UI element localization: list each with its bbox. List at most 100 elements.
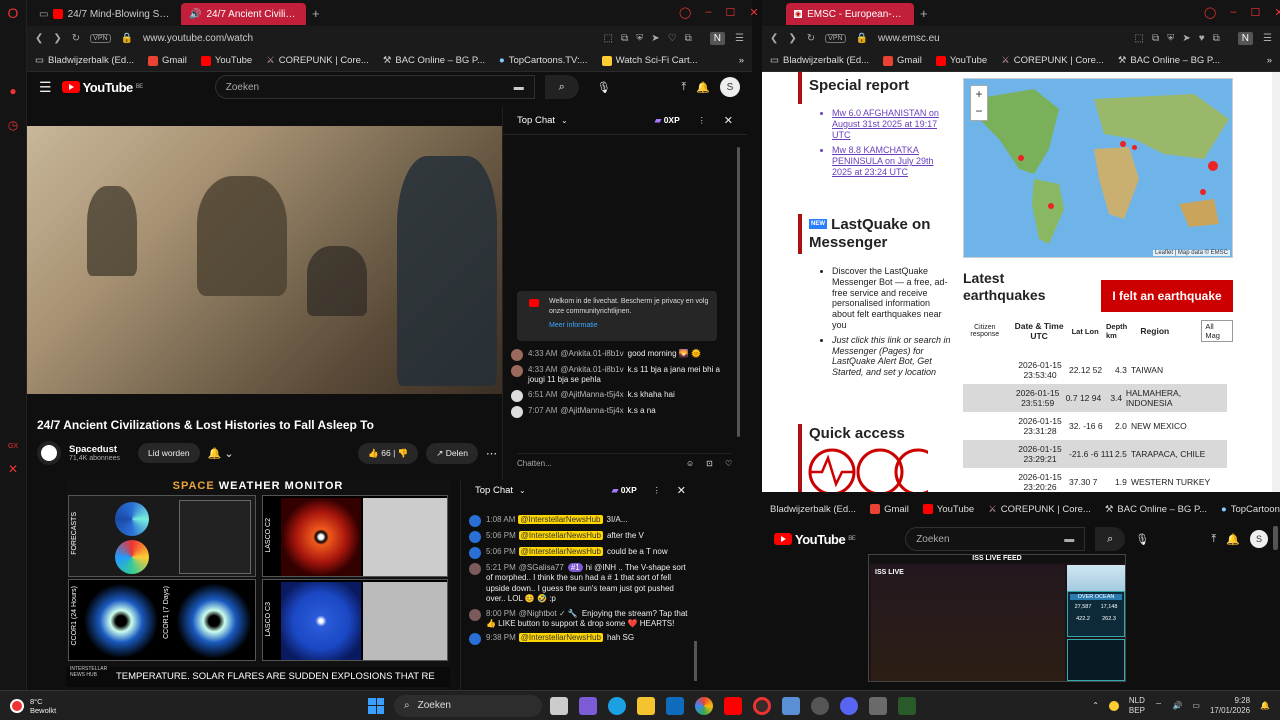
tray-app-icon[interactable]: [1108, 700, 1119, 711]
profile-icon[interactable]: N: [1237, 31, 1254, 45]
url-field[interactable]: www.youtube.com/watch: [143, 33, 253, 44]
more-options-icon[interactable]: ⋮: [698, 116, 706, 125]
chat-mode-dropdown[interactable]: Top Chat: [517, 115, 555, 126]
table-row[interactable]: 2026-01-15 23:29:21 -21.6 -6 111 2.5 TARAPAC…: [963, 440, 1227, 468]
edge-icon[interactable]: [608, 696, 626, 715]
toolbar-extension-icons[interactable]: ⬚⧉⛨➤♡⧉: [604, 33, 700, 44]
chat-input[interactable]: Chatten...: [517, 459, 552, 468]
more-options-icon[interactable]: ⋮: [653, 486, 661, 495]
task-view-icon[interactable]: [550, 696, 568, 715]
bookmark-corepunk[interactable]: ⚔ COREPUNK | Core...: [266, 55, 369, 66]
file-explorer-icon[interactable]: [637, 696, 655, 715]
felt-earthquake-button[interactable]: I felt an earthquake: [1101, 280, 1233, 312]
chat-avatar[interactable]: [511, 365, 523, 377]
calculator-icon[interactable]: [782, 696, 800, 715]
notification-bell-icon[interactable]: 🔔 ⌄: [208, 447, 234, 460]
magnitude-filter-select[interactable]: All Mag: [1201, 320, 1234, 342]
menu-icon[interactable]: ☰: [1263, 33, 1272, 44]
video-player[interactable]: [27, 126, 502, 394]
gx-icon[interactable]: GX: [6, 440, 20, 454]
search-icon[interactable]: ◯: [679, 6, 691, 19]
bookmark-folder[interactable]: ▭ Bladwijzerbalk (Ed...: [770, 55, 869, 66]
join-button[interactable]: Lid worden: [138, 443, 200, 463]
avatar[interactable]: S: [720, 77, 740, 97]
upload-icon[interactable]: ⤒: [1211, 533, 1216, 546]
chat-scrollbar[interactable]: [694, 641, 697, 681]
close-window-icon[interactable]: ✕: [1274, 6, 1280, 19]
chrome-icon[interactable]: [695, 696, 713, 715]
notifications-icon[interactable]: 🔔: [1260, 701, 1270, 710]
more-info-link[interactable]: Meer informatie: [549, 321, 711, 331]
quake-marker[interactable]: [1208, 161, 1218, 171]
report-link[interactable]: Mw 8.8 KAMCHATKA PENINSULA on July 29th …: [832, 145, 954, 177]
chat-avatar[interactable]: [469, 563, 481, 575]
search-icon[interactable]: ◯: [1204, 6, 1216, 19]
keyboard-icon[interactable]: ▬: [1064, 534, 1074, 545]
teams-icon[interactable]: [579, 696, 597, 715]
bookmark-corepunk[interactable]: ⚔ COREPUNK | Core...: [988, 504, 1091, 515]
microphone-icon[interactable]: 🎙: [1135, 533, 1149, 546]
profile-icon[interactable]: N: [709, 31, 726, 45]
settings-icon[interactable]: [811, 696, 829, 715]
channel-avatar[interactable]: [37, 441, 61, 465]
notifications-bell-icon[interactable]: 🔔: [1226, 533, 1240, 546]
share-button[interactable]: ↗ Delen: [426, 442, 478, 464]
bookmark-corepunk[interactable]: ⚔ COREPUNK | Core...: [1001, 55, 1104, 66]
earthquake-map[interactable]: + − Leaflet | Map data © EMSC: [963, 78, 1233, 258]
chat-avatar[interactable]: [469, 547, 481, 559]
bookmark-folder[interactable]: Bladwijzerbalk (Ed...: [770, 504, 856, 515]
search-button[interactable]: ⌕: [544, 75, 579, 99]
points-badge[interactable]: ▰ 0XP: [655, 115, 680, 126]
more-bookmarks-icon[interactable]: »: [1267, 55, 1272, 66]
page-scrollbar[interactable]: [1272, 72, 1280, 492]
bookmark-youtube[interactable]: YouTube: [200, 55, 252, 66]
close-window-icon[interactable]: ✕: [749, 6, 758, 19]
taskbar-search[interactable]: ⌕ Zoeken: [394, 694, 542, 717]
quake-marker[interactable]: [1200, 189, 1206, 195]
quake-marker[interactable]: [1132, 145, 1137, 150]
search-input[interactable]: Zoeken ▬: [214, 75, 535, 99]
like-button[interactable]: 👍 66 | 👎: [358, 442, 419, 464]
avatar[interactable]: S: [1250, 530, 1268, 548]
menu-icon[interactable]: ☰: [735, 33, 744, 44]
tab-mind-blowing-space[interactable]: ▭ 24/7 Mind-Blowing Space: [31, 3, 179, 25]
language-indicator[interactable]: NLD BEP: [1129, 696, 1145, 715]
chat-avatar[interactable]: [511, 389, 523, 402]
points-badge[interactable]: ▰ 0XP: [612, 485, 637, 496]
wifi-icon[interactable]: ⌔: [1155, 701, 1163, 711]
quake-marker[interactable]: [1120, 141, 1126, 147]
tab-ancient-civilizations[interactable]: 🔊 24/7 Ancient Civilizatio: [181, 3, 306, 25]
opera-gx-icon[interactable]: [753, 696, 771, 715]
chat-scrollbar[interactable]: [737, 147, 740, 437]
bookmark-youtube[interactable]: YouTube: [935, 55, 987, 66]
chat-avatar[interactable]: [469, 608, 481, 621]
more-actions-icon[interactable]: ⋯: [486, 447, 497, 460]
start-button[interactable]: [368, 697, 384, 714]
search-button[interactable]: ⌕: [1095, 527, 1126, 551]
notifications-bell-icon[interactable]: 🔔: [696, 81, 710, 94]
bookmark-scifi[interactable]: Watch Sci-Fi Cart...: [601, 55, 698, 66]
app-icon[interactable]: [869, 696, 887, 715]
new-tab-button[interactable]: +: [312, 6, 320, 21]
maximize-icon[interactable]: ☐: [725, 6, 735, 19]
chat-avatar[interactable]: [469, 531, 481, 543]
quake-marker[interactable]: [1018, 155, 1024, 161]
more-bookmarks-icon[interactable]: »: [739, 55, 744, 66]
page-scrollbar[interactable]: [1273, 526, 1278, 550]
youtube-logo[interactable]: YouTube BE: [61, 80, 143, 95]
toolbar-extension-icons[interactable]: ⬚⧉⛨➤♥⧉: [1135, 33, 1228, 44]
upload-icon[interactable]: ⤒: [681, 81, 686, 94]
url-field[interactable]: www.emsc.eu: [878, 33, 940, 44]
table-row[interactable]: 2026-01-15 23:31:28 32. -16 6 2.0 NEW MEXICO: [963, 412, 1227, 440]
channel-name[interactable]: Spacedust: [69, 444, 120, 455]
close-chat-icon[interactable]: ✕: [724, 114, 733, 127]
bookmark-bac[interactable]: ⚒ BAC Online – BG P...: [1118, 55, 1220, 66]
vpn-badge[interactable]: VPN: [90, 33, 111, 43]
outlook-icon[interactable]: [666, 696, 684, 715]
weather-widget[interactable]: 8°C Bewolkt: [10, 697, 100, 715]
bookmark-bac[interactable]: ⚒ BAC Online – BG P...: [383, 55, 485, 66]
vpn-badge[interactable]: VPN: [825, 33, 846, 43]
bookmark-gmail[interactable]: Gmail: [870, 504, 909, 515]
discord-icon[interactable]: [840, 696, 858, 715]
forward-icon[interactable]: ❯: [788, 33, 796, 44]
